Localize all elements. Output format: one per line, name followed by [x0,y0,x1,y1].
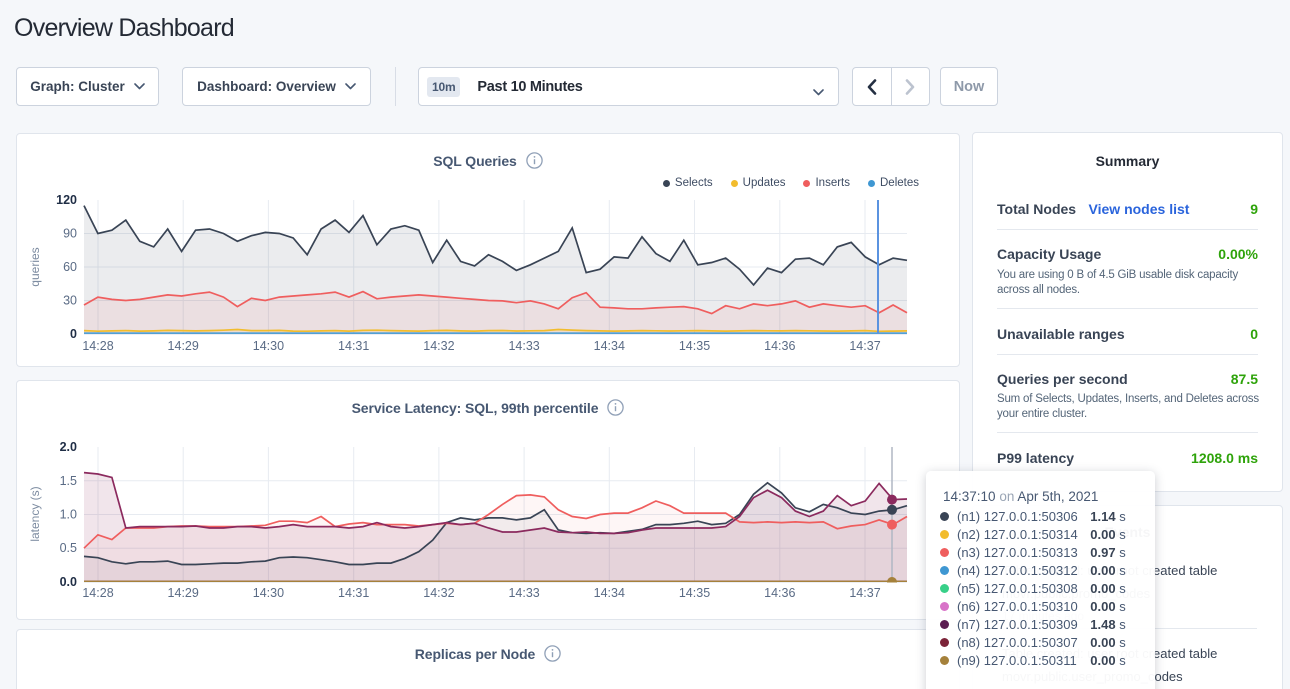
svg-text:14:36: 14:36 [764,586,795,600]
svg-text:14:34: 14:34 [594,586,625,600]
svg-text:14:31: 14:31 [338,586,369,600]
svg-text:60: 60 [63,260,77,274]
svg-text:30: 30 [63,294,77,308]
svg-text:14:37: 14:37 [849,586,880,600]
svg-text:14:33: 14:33 [508,339,539,353]
svg-text:14:28: 14:28 [82,339,113,353]
svg-text:14:34: 14:34 [594,339,625,353]
svg-text:14:36: 14:36 [764,339,795,353]
svg-text:14:29: 14:29 [168,586,199,600]
svg-text:1.0: 1.0 [60,508,77,522]
svg-text:14:28: 14:28 [82,586,113,600]
svg-text:90: 90 [63,227,77,241]
svg-text:latency (s): latency (s) [28,486,42,541]
svg-text:14:32: 14:32 [423,339,454,353]
svg-text:14:31: 14:31 [338,339,369,353]
svg-text:1.5: 1.5 [60,474,77,488]
svg-text:2.0: 2.0 [60,440,77,454]
svg-text:14:30: 14:30 [253,586,284,600]
svg-text:0: 0 [70,327,77,341]
svg-text:14:35: 14:35 [679,339,710,353]
svg-text:14:37: 14:37 [849,339,880,353]
svg-text:queries: queries [28,247,42,286]
svg-text:0.0: 0.0 [60,575,77,589]
svg-text:14:32: 14:32 [423,586,454,600]
svg-text:14:35: 14:35 [679,586,710,600]
svg-text:14:30: 14:30 [253,339,284,353]
svg-text:14:29: 14:29 [168,339,199,353]
svg-text:120: 120 [56,193,77,207]
svg-text:0.5: 0.5 [60,541,77,555]
svg-text:14:33: 14:33 [508,586,539,600]
